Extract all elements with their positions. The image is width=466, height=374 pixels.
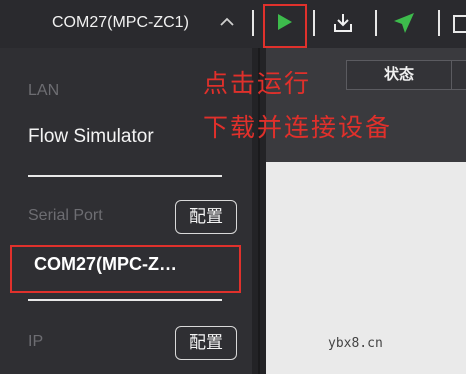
lan-section-label: LAN bbox=[28, 82, 60, 99]
ip-config-button[interactable]: 配置 bbox=[175, 326, 237, 360]
serial-config-button[interactable]: 配置 bbox=[175, 200, 237, 234]
toolbar-separator bbox=[313, 10, 315, 36]
watermark: ybx8.cn bbox=[328, 336, 383, 351]
serial-port-highlight bbox=[10, 245, 241, 293]
toolbar-separator bbox=[252, 10, 254, 36]
tab-next-edge[interactable] bbox=[452, 60, 466, 90]
serial-port-section-label: Serial Port bbox=[28, 207, 103, 224]
ip-section-label: IP bbox=[28, 333, 44, 350]
annotation-line-1: 点击运行 bbox=[203, 70, 312, 98]
annotation-line-2: 下载并连接设备 bbox=[203, 114, 393, 142]
flow-simulator-underline bbox=[28, 175, 222, 177]
tab-status[interactable]: 状态 bbox=[346, 60, 452, 90]
edit-icon[interactable] bbox=[452, 14, 466, 39]
chevron-up-icon[interactable] bbox=[218, 13, 236, 31]
device-selector-label[interactable]: COM27(MPC-ZC1) bbox=[52, 14, 189, 32]
run-button-highlight bbox=[263, 4, 307, 48]
serial-port-underline bbox=[28, 299, 222, 301]
send-icon[interactable] bbox=[393, 12, 415, 39]
toolbar-separator bbox=[375, 10, 377, 36]
flow-simulator-item[interactable]: Flow Simulator bbox=[28, 126, 154, 148]
toolbar-separator bbox=[438, 10, 440, 36]
download-icon[interactable] bbox=[332, 12, 354, 39]
toolbar: COM27(MPC-ZC1) bbox=[0, 0, 466, 48]
